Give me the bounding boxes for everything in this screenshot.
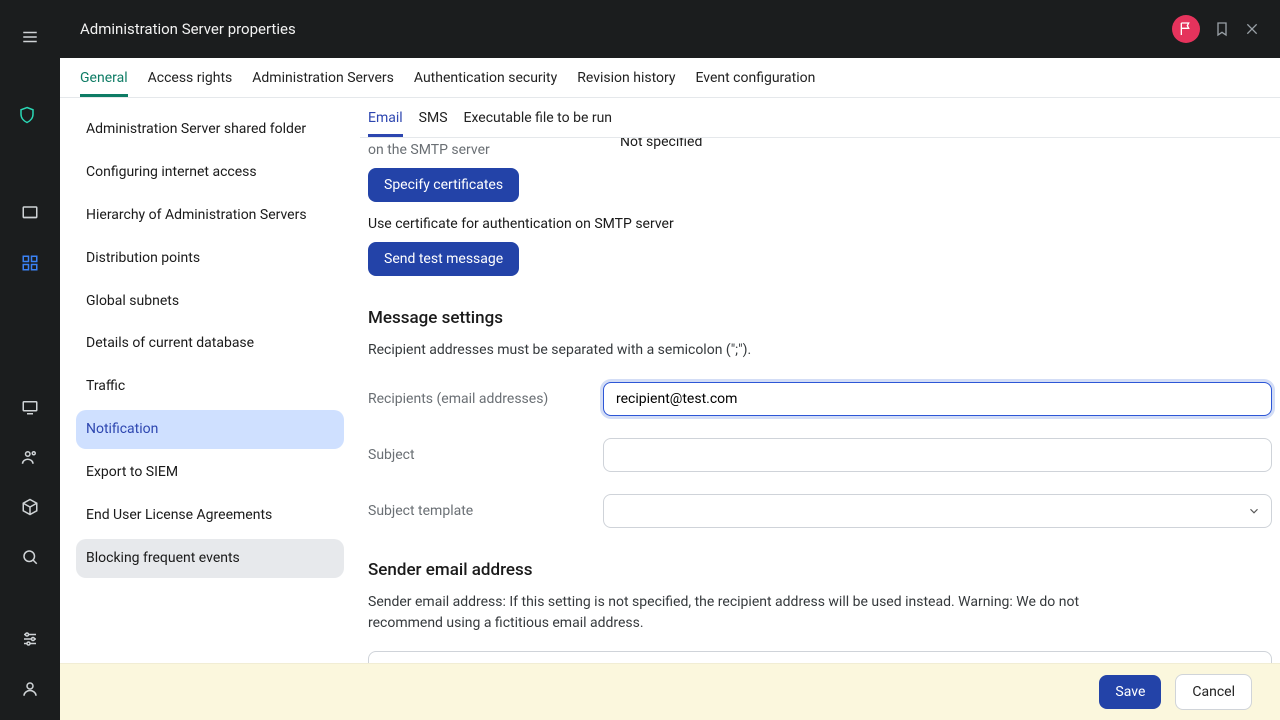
devices-icon[interactable] bbox=[21, 398, 39, 416]
save-button[interactable]: Save bbox=[1099, 675, 1161, 709]
recipients-input[interactable] bbox=[603, 382, 1272, 416]
sidebar-item-label: Details of current database bbox=[86, 335, 254, 351]
form-scroll[interactable]: Client certificate for authentication on… bbox=[360, 138, 1280, 720]
subtab-label: Executable file to be run bbox=[464, 110, 613, 126]
subtab-email[interactable]: Email bbox=[368, 98, 403, 137]
form-area: Email SMS Executable file to be run Clie… bbox=[360, 98, 1280, 720]
specify-cert-row: Specify certificates bbox=[368, 168, 1272, 202]
sidebar-item-internet-access[interactable]: Configuring internet access bbox=[76, 153, 344, 192]
client-cert-label: Client certificate for authentication on… bbox=[368, 138, 588, 158]
close-icon[interactable] bbox=[1244, 21, 1260, 37]
cube-icon[interactable] bbox=[21, 498, 39, 516]
sidebar-item-label: Global subnets bbox=[86, 293, 179, 309]
body: Administration Server shared folder Conf… bbox=[60, 98, 1280, 720]
send-test-message-button[interactable]: Send test message bbox=[368, 242, 519, 276]
shield-icon[interactable] bbox=[18, 106, 42, 124]
recipients-help: Recipient addresses must be separated wi… bbox=[368, 340, 1272, 360]
sidebar-item-blocking-events[interactable]: Blocking frequent events bbox=[76, 539, 344, 578]
send-test-row: Send test message bbox=[368, 242, 1272, 276]
recipients-row: Recipients (email addresses) bbox=[368, 382, 1272, 416]
sidebar-item-shared-folder[interactable]: Administration Server shared folder bbox=[76, 110, 344, 149]
client-cert-value: Not specified bbox=[620, 138, 702, 150]
cancel-button[interactable]: Cancel bbox=[1175, 674, 1252, 710]
page-title: Administration Server properties bbox=[80, 20, 1172, 38]
subject-template-label: Subject template bbox=[368, 503, 603, 519]
sidebar-item-label: Traffic bbox=[86, 378, 125, 394]
tab-label: General bbox=[80, 70, 128, 86]
sender-note: Sender email address: If this setting is… bbox=[368, 592, 1088, 633]
sidebar-item-traffic[interactable]: Traffic bbox=[76, 367, 344, 406]
use-cert-note: Use certificate for authentication on SM… bbox=[368, 216, 1272, 232]
tab-label: Event configuration bbox=[696, 70, 816, 86]
subtab-exec[interactable]: Executable file to be run bbox=[464, 98, 613, 137]
specify-certificates-button[interactable]: Specify certificates bbox=[368, 168, 519, 202]
sidebar-item-siem[interactable]: Export to SIEM bbox=[76, 453, 344, 492]
sub-tabs: Email SMS Executable file to be run bbox=[360, 98, 1280, 138]
sidebar-item-db-details[interactable]: Details of current database bbox=[76, 324, 344, 363]
sidebar-item-label: Export to SIEM bbox=[86, 464, 178, 480]
hamburger-icon[interactable] bbox=[21, 28, 39, 46]
subject-input[interactable] bbox=[603, 438, 1272, 472]
main-panel: Administration Server properties General… bbox=[60, 0, 1280, 720]
grid-icon[interactable] bbox=[21, 254, 39, 272]
tab-label: Access rights bbox=[148, 70, 233, 86]
subject-template-select[interactable] bbox=[603, 494, 1272, 528]
left-rail bbox=[0, 0, 60, 720]
sidebar-item-label: Hierarchy of Administration Servers bbox=[86, 207, 307, 223]
tab-revision-history[interactable]: Revision history bbox=[577, 58, 675, 97]
sidebar-item-label: End User License Agreements bbox=[86, 507, 272, 523]
content: General Access rights Administration Ser… bbox=[60, 58, 1280, 720]
header-icons bbox=[1172, 15, 1260, 43]
tab-event-config[interactable]: Event configuration bbox=[696, 58, 816, 97]
sidebar-item-eula[interactable]: End User License Agreements bbox=[76, 496, 344, 535]
client-cert-row: Client certificate for authentication on… bbox=[368, 138, 1272, 158]
sidebar-item-label: Distribution points bbox=[86, 250, 200, 266]
sidebar-item-label: Configuring internet access bbox=[86, 164, 257, 180]
flag-icon[interactable] bbox=[1172, 15, 1200, 43]
sidebar-item-dist-points[interactable]: Distribution points bbox=[76, 239, 344, 278]
users-icon[interactable] bbox=[21, 448, 39, 466]
tab-admin-servers[interactable]: Administration Servers bbox=[252, 58, 394, 97]
chevron-down-icon bbox=[1247, 504, 1261, 518]
tab-general[interactable]: General bbox=[80, 58, 128, 97]
tab-access-rights[interactable]: Access rights bbox=[148, 58, 233, 97]
tab-label: Administration Servers bbox=[252, 70, 394, 86]
tab-label: Revision history bbox=[577, 70, 675, 86]
recipients-label: Recipients (email addresses) bbox=[368, 391, 603, 407]
sidebar-item-label: Notification bbox=[86, 421, 158, 437]
sender-title: Sender email address bbox=[368, 560, 1272, 580]
tab-auth-security[interactable]: Authentication security bbox=[414, 58, 557, 97]
subtab-sms[interactable]: SMS bbox=[419, 98, 448, 137]
tab-label: Authentication security bbox=[414, 70, 557, 86]
sidebar-item-global-subnets[interactable]: Global subnets bbox=[76, 282, 344, 321]
message-settings-title: Message settings bbox=[368, 308, 1272, 328]
sidebar-item-label: Administration Server shared folder bbox=[86, 121, 306, 137]
subject-row: Subject bbox=[368, 438, 1272, 472]
sidebar-item-label: Blocking frequent events bbox=[86, 550, 240, 566]
sidebar-item-hierarchy[interactable]: Hierarchy of Administration Servers bbox=[76, 196, 344, 235]
person-icon[interactable] bbox=[21, 680, 39, 698]
settings-icon[interactable] bbox=[21, 630, 39, 648]
subject-template-row: Subject template bbox=[368, 494, 1272, 528]
subject-label: Subject bbox=[368, 447, 603, 463]
bookmark-icon[interactable] bbox=[1214, 21, 1230, 37]
footer: Save Cancel bbox=[60, 663, 1280, 720]
top-tabs: General Access rights Administration Ser… bbox=[60, 58, 1280, 98]
search-icon[interactable] bbox=[21, 548, 39, 566]
subtab-label: SMS bbox=[419, 110, 448, 126]
sidebar-item-notification[interactable]: Notification bbox=[76, 410, 344, 449]
dashboard-icon[interactable] bbox=[21, 204, 39, 222]
header: Administration Server properties bbox=[60, 0, 1280, 58]
sidebar: Administration Server shared folder Conf… bbox=[60, 98, 360, 720]
subtab-label: Email bbox=[368, 110, 403, 126]
